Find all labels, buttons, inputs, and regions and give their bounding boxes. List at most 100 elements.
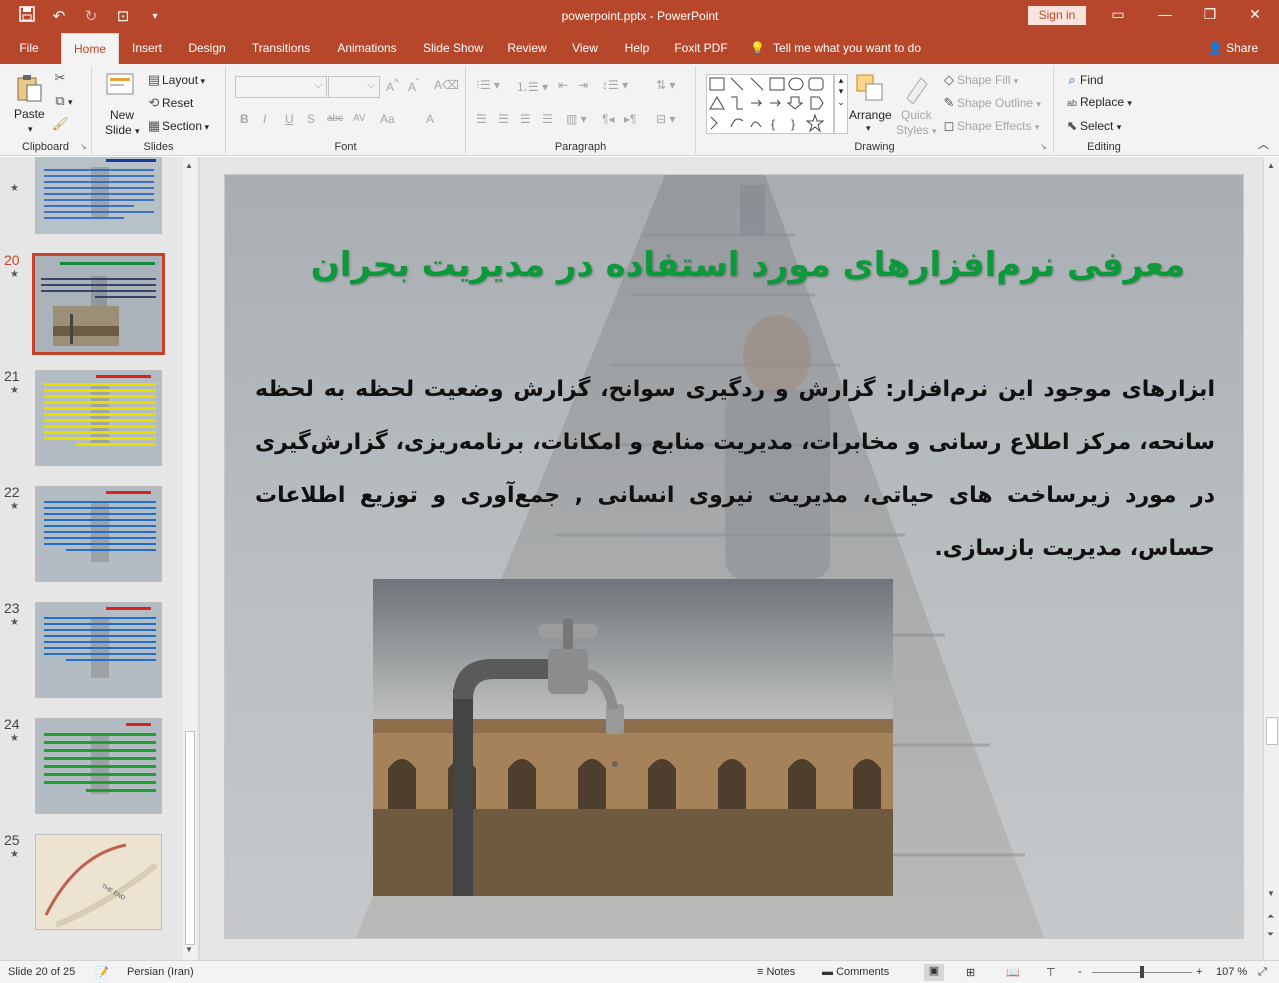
language-indicator[interactable]: Persian (Iran) <box>127 966 194 978</box>
shapes-gallery[interactable]: {} <box>706 74 834 134</box>
bullets-icon[interactable]: ⁝☰ ▾ <box>476 78 500 92</box>
arrange-icon[interactable] <box>854 72 886 104</box>
align-left-icon[interactable]: ☰ <box>476 112 487 126</box>
present-icon[interactable]: ⊡ <box>114 7 132 25</box>
next-slide-icon[interactable]: ⏷ <box>1267 929 1274 940</box>
new-slide-button-line2[interactable]: Slide ▾ <box>105 123 140 137</box>
strikethrough-icon[interactable]: abc <box>327 113 343 124</box>
bold-icon[interactable]: B <box>240 112 249 126</box>
copy-icon[interactable]: ⧉ ▾ <box>52 93 72 109</box>
arrange-button[interactable]: Arrange <box>849 108 892 122</box>
align-center-icon[interactable]: ☰ <box>498 112 509 126</box>
slide-body-text[interactable]: ابزارهای موجود این نرم‌افزار: گزارش و رد… <box>255 363 1215 575</box>
customize-qat-icon[interactable]: ▾ <box>146 11 164 22</box>
select-button[interactable]: ⬉ Select ▾ <box>1064 118 1122 134</box>
new-slide-icon[interactable] <box>104 70 136 102</box>
faucet-photo[interactable] <box>373 579 893 896</box>
slide-thumbnail-22[interactable] <box>35 486 162 582</box>
increase-font-icon[interactable]: A^ <box>386 78 399 94</box>
quick-styles-line2[interactable]: Styles ▾ <box>896 123 937 137</box>
tab-view[interactable]: View <box>565 33 605 64</box>
slide-scrollbar[interactable]: ▲ ▼ ⏶ ⏷ <box>1263 157 1279 960</box>
sign-in-button[interactable]: Sign in <box>1028 6 1086 25</box>
slide-thumbnail-25[interactable]: THE END <box>35 834 162 930</box>
text-direction-icon[interactable]: ⇅ ▾ <box>656 78 675 92</box>
slide-thumbnail-24[interactable] <box>35 718 162 814</box>
tab-file[interactable]: File <box>10 33 48 64</box>
redo-icon[interactable]: ↻ <box>82 7 100 25</box>
spelling-icon[interactable]: 📝 <box>95 966 109 979</box>
align-text-icon[interactable]: ⊟ ▾ <box>656 112 675 126</box>
tab-foxit-pdf[interactable]: Foxit PDF <box>669 33 733 64</box>
slide-thumbnail-23[interactable] <box>35 602 162 698</box>
align-right-icon[interactable]: ☰ <box>520 112 531 126</box>
collapse-ribbon-icon[interactable]: ︿ <box>1258 136 1269 152</box>
notes-button[interactable]: ≡ Notes <box>757 966 795 978</box>
quick-styles-line1[interactable]: Quick <box>901 108 932 122</box>
format-painter-icon[interactable]: 🖌 <box>52 116 69 132</box>
save-icon[interactable] <box>18 6 36 26</box>
shape-outline-button[interactable]: ✎ Shape Outline ▾ <box>941 95 1041 111</box>
tab-design[interactable]: Design <box>181 33 233 64</box>
zoom-slider-thumb[interactable] <box>1140 966 1144 978</box>
tab-review[interactable]: Review <box>501 33 553 64</box>
scroll-up-icon[interactable]: ▲ <box>1267 161 1275 170</box>
previous-slide-icon[interactable]: ⏶ <box>1267 911 1274 922</box>
tab-home[interactable]: Home <box>61 33 119 64</box>
section-button[interactable]: ▦ Section ▾ <box>146 118 209 134</box>
slideshow-view-icon[interactable]: ⊤ <box>1046 966 1056 979</box>
scroll-up-icon[interactable]: ▲ <box>185 161 193 170</box>
tab-transitions[interactable]: Transitions <box>245 33 317 64</box>
numbering-icon[interactable]: ⒈☰ ▾ <box>516 78 548 95</box>
font-name-select[interactable]: ⌵ <box>235 76 327 98</box>
zoom-level[interactable]: 107 % <box>1216 966 1247 978</box>
columns-icon[interactable]: ▥ ▾ <box>566 112 587 126</box>
char-spacing-icon[interactable]: AV <box>353 113 366 124</box>
increase-indent-icon[interactable]: ⇥ <box>578 78 588 92</box>
slide-thumbnail-19[interactable] <box>35 157 162 234</box>
underline-icon[interactable]: U <box>285 112 294 126</box>
zoom-out-button[interactable]: - <box>1078 966 1082 978</box>
layout-button[interactable]: ▤ Layout ▾ <box>146 72 205 88</box>
slide-scroll-thumb[interactable] <box>1266 717 1278 745</box>
slide-sorter-icon[interactable]: ⊞ <box>966 966 975 979</box>
paste-dropdown-icon[interactable]: ▾ <box>28 124 33 135</box>
thumbnail-scrollbar[interactable]: ▲ ▼ <box>183 157 197 960</box>
change-case-icon[interactable]: Aa <box>380 112 395 126</box>
italic-icon[interactable]: I <box>263 112 266 126</box>
share-button[interactable]: 👤 Share <box>1205 33 1261 64</box>
paste-icon[interactable] <box>14 72 46 104</box>
decrease-indent-icon[interactable]: ⇤ <box>558 78 568 92</box>
shadow-icon[interactable]: S <box>307 112 315 126</box>
decrease-font-icon[interactable]: Aˇ <box>408 78 419 94</box>
restore-icon[interactable]: ❐ <box>1200 6 1220 23</box>
ribbon-display-icon[interactable]: ▭ <box>1108 6 1128 23</box>
normal-view-icon[interactable]: ▣ <box>924 964 944 981</box>
shape-fill-button[interactable]: ◇ Shape Fill ▾ <box>941 72 1018 88</box>
tell-me-box[interactable]: 💡 Tell me what you want to do <box>750 33 940 64</box>
scroll-down-icon[interactable]: ▼ <box>1267 889 1275 898</box>
ltr-icon[interactable]: ▸¶ <box>624 112 636 126</box>
shapes-scroll-icon[interactable]: ▴ ▾ ⌄ <box>834 74 848 134</box>
reset-button[interactable]: ⟲ Reset <box>146 95 194 111</box>
font-color-icon[interactable]: A <box>426 112 434 126</box>
slide-canvas[interactable]: معرفی نرم‌افزارهای مورد استفاده در مدیری… <box>224 174 1244 939</box>
dialog-launcher-icon[interactable]: ↘ <box>80 142 87 151</box>
thumbnail-scroll-thumb[interactable] <box>185 731 195 945</box>
reading-view-icon[interactable]: 📖 <box>1006 966 1020 979</box>
new-slide-button-line1[interactable]: New <box>110 108 134 122</box>
comments-button[interactable]: ▬ Comments <box>822 966 889 978</box>
font-size-select[interactable]: ⌵ <box>328 76 380 98</box>
arrange-dropdown-icon[interactable]: ▾ <box>866 123 871 134</box>
tab-insert[interactable]: Insert <box>125 33 169 64</box>
scroll-down-icon[interactable]: ▼ <box>185 945 193 954</box>
quick-styles-icon[interactable] <box>901 72 933 105</box>
fit-to-window-icon[interactable]: ⤢ <box>1258 966 1267 979</box>
tab-help[interactable]: Help <box>617 33 657 64</box>
slide-title[interactable]: معرفی نرم‌افزارهای مورد استفاده در مدیری… <box>305 245 1185 285</box>
minimize-icon[interactable]: — <box>1155 6 1175 22</box>
zoom-in-button[interactable]: + <box>1196 966 1202 978</box>
slide-thumbnail-21[interactable] <box>35 370 162 466</box>
clear-format-icon[interactable]: A⌫ <box>434 78 459 92</box>
undo-icon[interactable]: ↶ <box>50 7 68 25</box>
